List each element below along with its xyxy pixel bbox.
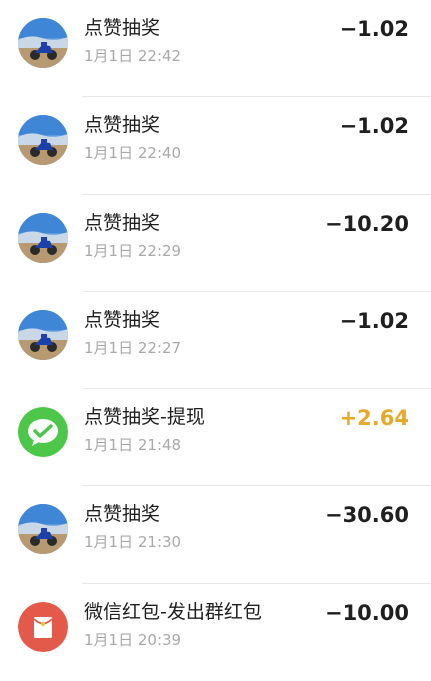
transaction-time: 1月1日 22:29 — [84, 241, 182, 260]
transaction-time: 1月1日 21:30 — [84, 533, 182, 552]
transaction-title: 点赞抽奖 — [84, 503, 161, 526]
transaction-amount: −30.60 — [324, 503, 409, 528]
transaction-time: 1月1日 22:42 — [84, 47, 182, 65]
user-avatar-icon — [18, 309, 68, 360]
transaction-time: 1月1日 21:48 — [84, 436, 182, 455]
transaction-title: 点赞抽奖 — [84, 17, 161, 39]
transaction-title: 点赞抽奖 — [84, 308, 161, 331]
transaction-row[interactable]: 点赞抽奖 1月1日 22:42 −1.02 — [0, 0, 431, 98]
transaction-list: 点赞抽奖 1月1日 22:42 −1.02 点赞抽奖 1月1日 22:40 −1… — [0, 0, 431, 660]
user-avatar-icon — [18, 18, 68, 68]
red-packet-icon — [18, 601, 68, 652]
transaction-row[interactable]: 点赞抽奖 1月1日 22:27 −1.02 — [0, 292, 431, 390]
transaction-time: 1月1日 22:27 — [84, 338, 182, 357]
wechat-pay-icon — [18, 407, 68, 458]
user-avatar-icon — [18, 212, 68, 263]
transaction-title: 点赞抽奖 — [84, 114, 161, 137]
transaction-amount: −1.02 — [339, 308, 409, 333]
transaction-title: 点赞抽奖-提现 — [84, 406, 205, 429]
user-avatar-icon — [18, 115, 68, 166]
user-avatar-icon — [18, 504, 68, 555]
transaction-amount: −10.00 — [324, 600, 409, 625]
transaction-amount: −1.02 — [339, 17, 409, 41]
transaction-time: 1月1日 22:40 — [84, 144, 182, 163]
transaction-row[interactable]: 点赞抽奖 1月1日 22:29 −10.20 — [0, 195, 431, 293]
transaction-time: 1月1日 20:39 — [84, 630, 182, 649]
transaction-amount: −1.02 — [339, 114, 409, 139]
transaction-amount: −10.20 — [324, 211, 409, 236]
transaction-row[interactable]: 点赞抽奖 1月1日 21:30 −30.60 — [0, 486, 431, 585]
transaction-row[interactable]: 点赞抽奖 1月1日 22:40 −1.02 — [0, 97, 431, 195]
transaction-title: 微信红包-发出群红包 — [84, 600, 262, 623]
transaction-row[interactable]: 微信红包-发出群红包 1月1日 20:39 −10.00 — [0, 584, 431, 681]
transaction-row[interactable]: 点赞抽奖-提现 1月1日 21:48 +2.64 — [0, 389, 431, 487]
transaction-amount: +2.64 — [339, 406, 409, 431]
transaction-title: 点赞抽奖 — [84, 211, 161, 234]
